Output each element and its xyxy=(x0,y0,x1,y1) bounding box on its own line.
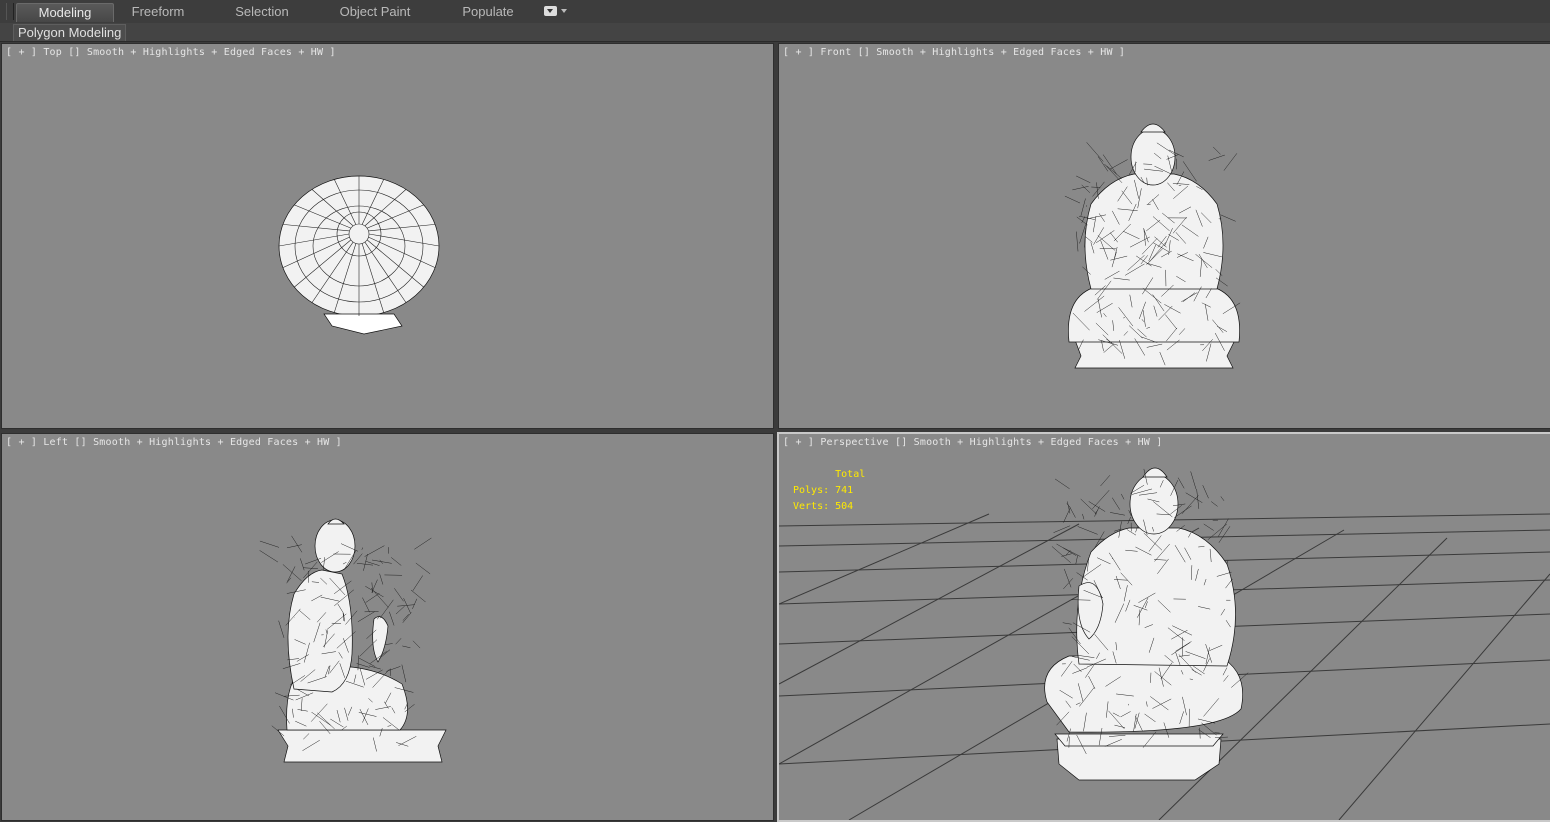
statue-front-view xyxy=(779,44,1550,428)
ribbon-tab-bar: Modeling Freeform Selection Object Paint… xyxy=(0,0,1550,24)
viewport-front[interactable]: [ + ] Front [] Smooth + Highlights + Edg… xyxy=(778,43,1550,429)
dropdown-toggle-icon[interactable] xyxy=(544,6,568,18)
viewport-perspective[interactable]: [ + ] Perspective [] Smooth + Highlights… xyxy=(777,432,1550,822)
statue-top-view xyxy=(2,44,773,428)
viewport-top[interactable]: [ + ] Top [] Smooth + Highlights + Edged… xyxy=(1,43,774,429)
ribbon-panel-bar: Polygon Modeling xyxy=(0,23,1550,42)
tab-object-paint[interactable]: Object Paint xyxy=(330,3,420,21)
tab-selection[interactable]: Selection xyxy=(222,3,302,21)
perspective-scene xyxy=(779,434,1550,820)
statue-perspective xyxy=(1045,468,1243,780)
tab-freeform[interactable]: Freeform xyxy=(118,3,198,21)
viewport-left[interactable]: [ + ] Left [] Smooth + Highlights + Edge… xyxy=(1,433,774,821)
subtab-polygon-modeling[interactable]: Polygon Modeling xyxy=(13,24,126,41)
statue-left-view xyxy=(2,434,773,820)
tab-populate[interactable]: Populate xyxy=(450,3,526,21)
ribbon-grip[interactable] xyxy=(6,3,14,20)
tab-modeling[interactable]: Modeling xyxy=(16,3,114,22)
